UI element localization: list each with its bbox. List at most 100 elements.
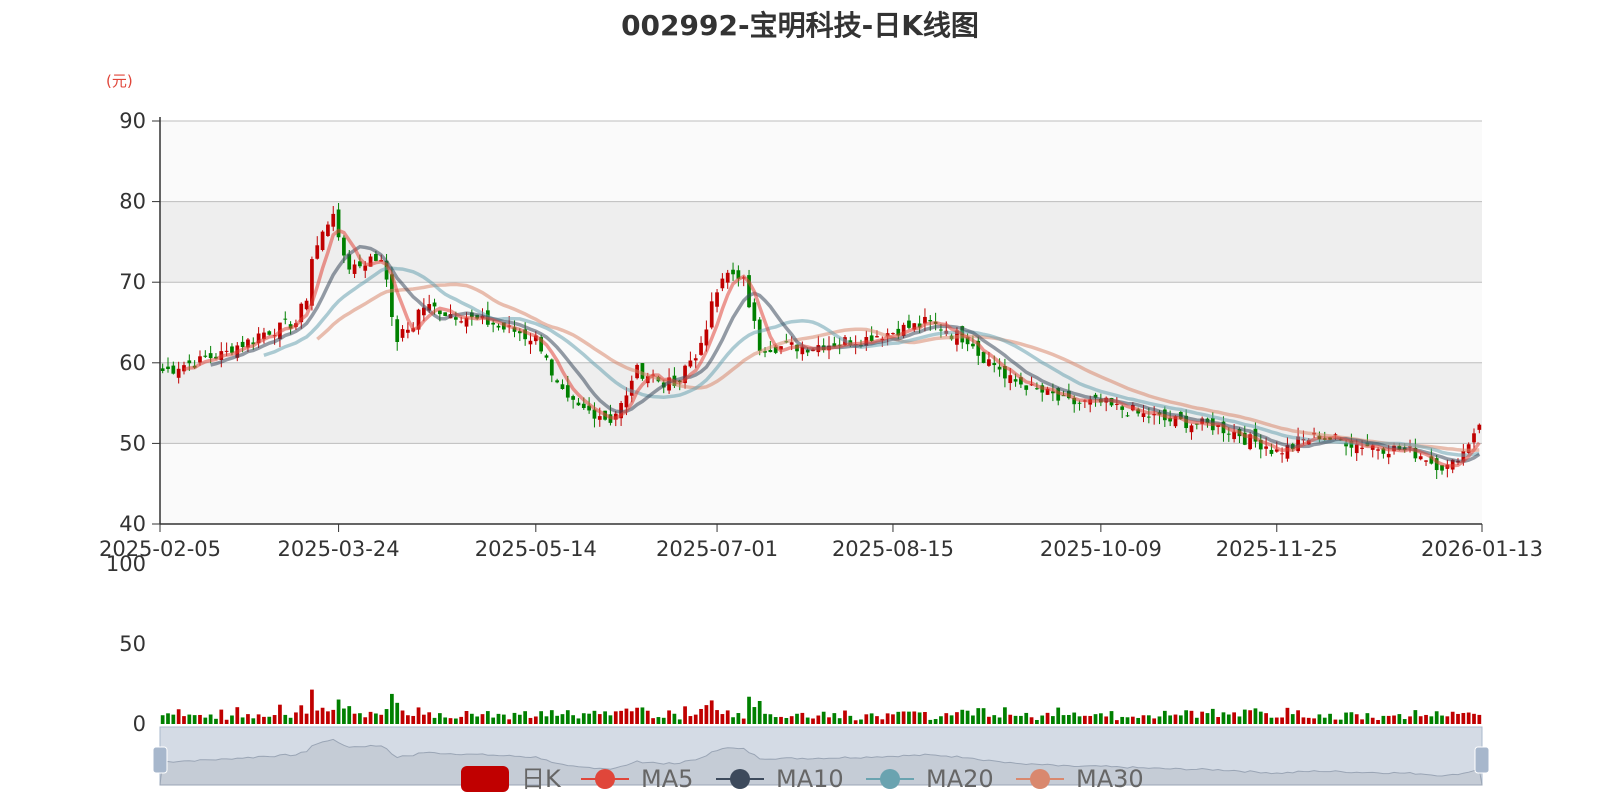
volume-bar [661,717,666,724]
volume-bar [453,718,458,724]
candle-body [166,366,170,370]
volume-bar [278,704,282,724]
volume-bar [1450,711,1455,724]
volume-bar [864,714,869,724]
volume-bar [480,714,485,724]
candle-body [1141,413,1146,418]
candle-body [443,312,448,316]
volume-bar [1456,713,1460,724]
volume-bar [342,708,346,724]
legend-label: 日K [521,765,562,793]
volume-bar [459,716,464,724]
volume-bar [1440,715,1444,724]
candle-body [555,380,559,383]
candle-body [875,336,879,338]
volume-bar [1077,716,1082,724]
volume-bar [571,715,575,724]
candle-body [757,319,762,351]
volume-bar [416,707,421,724]
slider-right-handle[interactable] [1474,746,1490,774]
volume-bar [1114,720,1119,724]
volume-bar [997,717,1002,724]
candle-body [981,351,986,364]
x-tick-label: 2025-08-15 [832,537,954,561]
volume-bar [1120,716,1125,724]
volume-bar [816,715,821,724]
volume-tick-label: 50 [119,632,146,656]
volume-bar [182,716,186,724]
volume-bar [1162,710,1167,724]
y-tick-label: 90 [119,109,146,133]
candle-body [528,340,533,345]
volume-bar [1285,707,1290,724]
volume-bar [272,715,277,724]
volume-bar [869,713,874,724]
volume-bar [1242,709,1247,724]
volume-bar [406,715,410,724]
volume-bar [843,710,847,724]
volume-bar [907,711,911,724]
volume-bar [848,715,853,724]
volume-bar [576,718,581,724]
candle-body [731,269,735,275]
volume-bar [1354,714,1359,724]
candle-body [453,317,458,320]
volume-bar [1424,714,1428,724]
volume-bar [1365,713,1370,724]
candle-body [1269,449,1274,454]
volume-bar [171,714,176,724]
volume-bar [549,710,554,724]
volume-bar [379,714,384,724]
slider-left-handle[interactable] [152,746,168,774]
volume-bar [491,717,496,724]
candle-body [597,416,602,420]
x-axis: 2025-02-05 2025-03-24 2025-05-14 2025-07-01… [99,523,1543,561]
volume-bar [613,711,618,724]
volume-bar [1130,716,1135,724]
volume-bar [1312,718,1316,724]
candle-body [629,380,634,396]
volume-bar [1429,716,1434,724]
volume-bar [597,714,602,724]
volume-bar [763,713,767,724]
volume-bar [795,713,799,724]
volume-bar [1477,714,1482,724]
candle-body [725,272,730,283]
volume-bar [720,714,725,724]
volume-bar [987,716,991,724]
price-plot-background [160,121,1482,524]
volume-bar [427,712,432,724]
volume-bar [176,709,181,724]
candle-body [406,329,410,333]
volume-bar [1370,717,1375,724]
candle-body [208,353,213,359]
volume-bar [912,711,917,724]
volume-bar [939,716,943,724]
volume-bar [581,713,586,724]
candle-body [565,385,570,398]
volume-bar [1226,714,1231,724]
candle-body [720,278,725,289]
candle-body [224,350,229,352]
volume-bar [496,713,501,724]
volume-bar [1360,719,1364,724]
candle-body [283,318,288,320]
volume-bar [240,717,245,724]
volume-bar [400,710,405,724]
volume-bar [731,717,735,724]
volume-bar [1349,712,1354,724]
x-tick-label: 2025-10-09 [1040,537,1162,561]
volume-bar [704,705,709,724]
volume-bar [304,713,309,724]
volume-bar [1328,713,1332,724]
volume-bar [667,710,671,724]
volume-bar [1146,715,1151,724]
volume-bar [832,713,837,724]
candle-body [715,292,719,307]
volume-bar [352,713,357,724]
volume-bar [469,713,474,724]
volume-bar [219,709,224,724]
candle-body [459,321,464,323]
volume-bar [208,714,213,724]
volume-bar [1418,716,1423,724]
